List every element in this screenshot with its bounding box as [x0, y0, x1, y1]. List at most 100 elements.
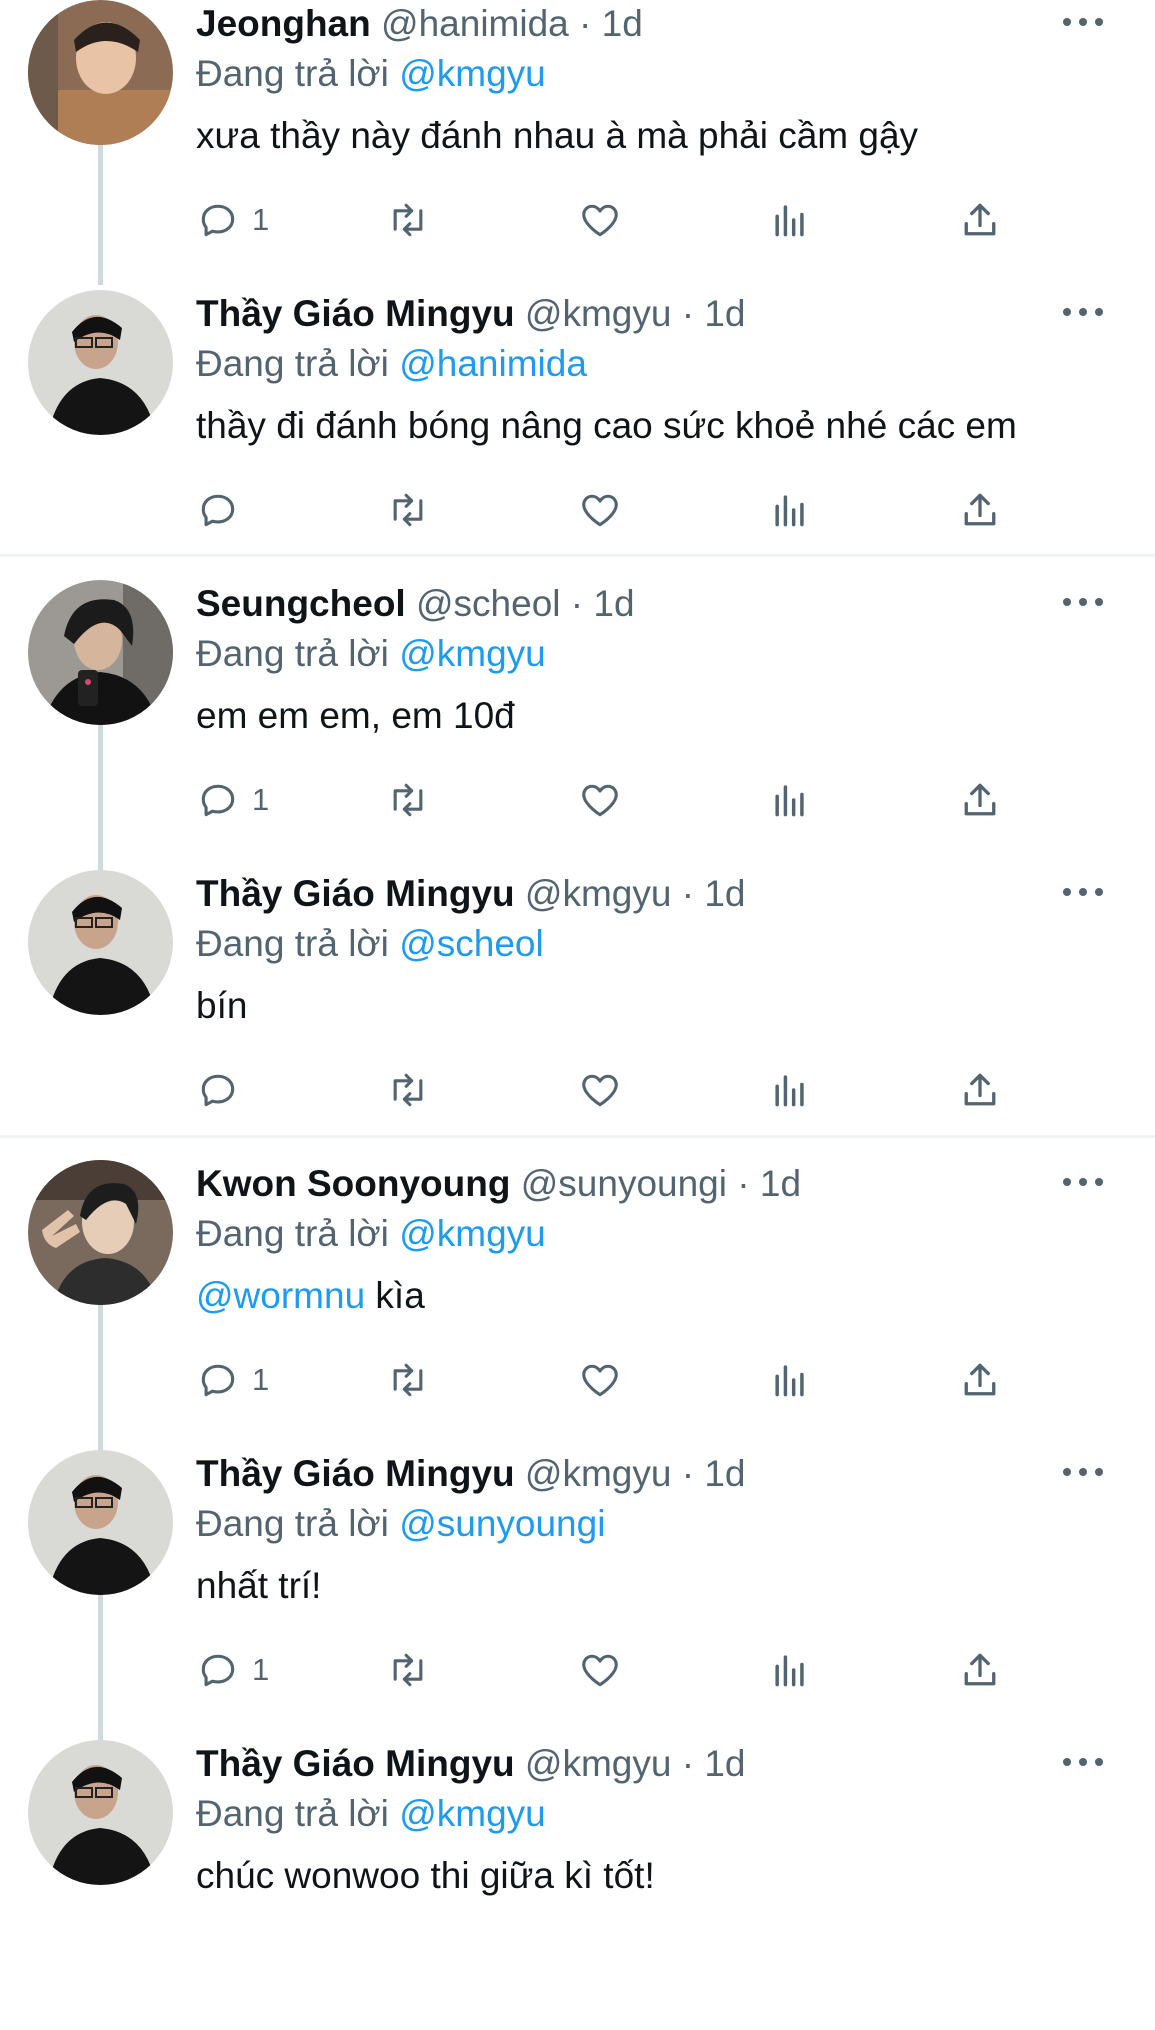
- retweet-button[interactable]: [386, 1642, 430, 1698]
- share-button[interactable]: [958, 482, 1002, 538]
- reply-button[interactable]: [196, 1062, 252, 1118]
- replying-prefix: Đang trả lời: [196, 1213, 389, 1254]
- reply-button[interactable]: [196, 482, 252, 538]
- replying-to: Đang trả lời @kmgyu: [196, 1792, 546, 1836]
- retweet-button[interactable]: [386, 192, 430, 248]
- views-button[interactable]: [768, 1642, 812, 1698]
- tweet-text-rest: kìa: [365, 1275, 425, 1316]
- views-button[interactable]: [768, 192, 812, 248]
- timestamp[interactable]: 1d: [704, 1453, 745, 1494]
- like-button[interactable]: [578, 192, 622, 248]
- retweet-button[interactable]: [386, 1352, 430, 1408]
- share-button[interactable]: [958, 1352, 1002, 1408]
- more-icon[interactable]: [1063, 14, 1103, 30]
- user-handle[interactable]: @kmgyu: [525, 1743, 672, 1784]
- views-icon: [775, 1365, 804, 1397]
- reply-icon: [201, 1364, 235, 1397]
- views-icon: [775, 1075, 804, 1107]
- display-name[interactable]: Seungcheol: [196, 583, 406, 624]
- more-icon[interactable]: [1063, 1464, 1103, 1480]
- reply-button[interactable]: 1: [196, 772, 269, 828]
- action-bar: [196, 482, 1016, 538]
- reply-button[interactable]: 1: [196, 1352, 269, 1408]
- replying-mention[interactable]: @kmgyu: [399, 1213, 546, 1254]
- avatar[interactable]: [28, 1740, 173, 1885]
- replying-prefix: Đang trả lời: [196, 1503, 389, 1544]
- timestamp[interactable]: 1d: [704, 1743, 745, 1784]
- more-icon[interactable]: [1063, 884, 1103, 900]
- timestamp[interactable]: 1d: [704, 873, 745, 914]
- like-button[interactable]: [578, 1352, 622, 1408]
- replying-mention[interactable]: @scheol: [399, 923, 544, 964]
- tweet[interactable]: Thầy Giáo Mingyu @kmgyu · 1d Đang trả lờ…: [0, 1450, 1155, 1740]
- like-button[interactable]: [578, 1642, 622, 1698]
- replying-to: Đang trả lời @sunyoungi: [196, 1502, 605, 1546]
- avatar[interactable]: [28, 1160, 173, 1305]
- reply-icon: [201, 1654, 235, 1687]
- replying-mention[interactable]: @kmgyu: [399, 53, 546, 94]
- avatar[interactable]: [28, 580, 173, 725]
- tweet[interactable]: Kwon Soonyoung @sunyoungi · 1d Đang trả …: [0, 1160, 1155, 1450]
- separator: ·: [681, 873, 695, 914]
- replying-mention[interactable]: @kmgyu: [399, 633, 546, 674]
- timestamp[interactable]: 1d: [593, 583, 634, 624]
- views-button[interactable]: [768, 772, 812, 828]
- tweet-mention[interactable]: @wormnu: [196, 1275, 365, 1316]
- tweet-header: Kwon Soonyoung @sunyoungi · 1d: [196, 1162, 1095, 1206]
- reply-button[interactable]: 1: [196, 192, 269, 248]
- views-icon: [775, 495, 804, 527]
- tweet[interactable]: Thầy Giáo Mingyu @kmgyu · 1d Đang trả lờ…: [0, 290, 1155, 580]
- tweet-header: Thầy Giáo Mingyu @kmgyu · 1d: [196, 872, 1095, 916]
- retweet-button[interactable]: [386, 772, 430, 828]
- action-bar: 1: [196, 772, 1016, 828]
- reply-button[interactable]: 1: [196, 1642, 269, 1698]
- separator: ·: [681, 1743, 695, 1784]
- avatar[interactable]: [28, 870, 173, 1015]
- user-handle[interactable]: @kmgyu: [525, 1453, 672, 1494]
- share-button[interactable]: [958, 192, 1002, 248]
- more-icon[interactable]: [1063, 304, 1103, 320]
- tweet[interactable]: Seungcheol @scheol · 1d Đang trả lời @km…: [0, 580, 1155, 870]
- share-button[interactable]: [958, 1642, 1002, 1698]
- timestamp[interactable]: 1d: [704, 293, 745, 334]
- replying-mention[interactable]: @sunyoungi: [399, 1503, 605, 1544]
- display-name[interactable]: Thầy Giáo Mingyu: [196, 1453, 515, 1494]
- views-button[interactable]: [768, 482, 812, 538]
- tweet[interactable]: Thầy Giáo Mingyu @kmgyu · 1d Đang trả lờ…: [0, 1740, 1155, 2030]
- user-handle[interactable]: @sunyoungi: [521, 1163, 727, 1204]
- replying-prefix: Đang trả lời: [196, 1793, 389, 1834]
- share-button[interactable]: [958, 772, 1002, 828]
- tweet[interactable]: Jeonghan @hanimida · 1d Đang trả lời @km…: [0, 0, 1155, 290]
- display-name[interactable]: Thầy Giáo Mingyu: [196, 1743, 515, 1784]
- avatar[interactable]: [28, 1450, 173, 1595]
- avatar[interactable]: [28, 0, 173, 145]
- user-handle[interactable]: @hanimida: [381, 3, 569, 44]
- display-name[interactable]: Thầy Giáo Mingyu: [196, 873, 515, 914]
- user-handle[interactable]: @scheol: [416, 583, 561, 624]
- share-button[interactable]: [958, 1062, 1002, 1118]
- retweet-button[interactable]: [386, 482, 430, 538]
- replying-to: Đang trả lời @hanimida: [196, 342, 587, 386]
- avatar[interactable]: [28, 290, 173, 435]
- more-icon[interactable]: [1063, 1174, 1103, 1190]
- display-name[interactable]: Jeonghan: [196, 3, 371, 44]
- views-button[interactable]: [768, 1062, 812, 1118]
- user-handle[interactable]: @kmgyu: [525, 873, 672, 914]
- retweet-button[interactable]: [386, 1062, 430, 1118]
- timestamp[interactable]: 1d: [602, 3, 643, 44]
- user-handle[interactable]: @kmgyu: [525, 293, 672, 334]
- like-button[interactable]: [578, 1062, 622, 1118]
- like-button[interactable]: [578, 482, 622, 538]
- display-name[interactable]: Thầy Giáo Mingyu: [196, 293, 515, 334]
- like-button[interactable]: [578, 772, 622, 828]
- views-button[interactable]: [768, 1352, 812, 1408]
- replying-mention[interactable]: @hanimida: [399, 343, 587, 384]
- action-bar: 1: [196, 1352, 1016, 1408]
- heart-icon: [582, 204, 618, 237]
- replying-mention[interactable]: @kmgyu: [399, 1793, 546, 1834]
- timestamp[interactable]: 1d: [760, 1163, 801, 1204]
- tweet[interactable]: Thầy Giáo Mingyu @kmgyu · 1d Đang trả lờ…: [0, 870, 1155, 1160]
- display-name[interactable]: Kwon Soonyoung: [196, 1163, 510, 1204]
- more-icon[interactable]: [1063, 1754, 1103, 1770]
- more-icon[interactable]: [1063, 594, 1103, 610]
